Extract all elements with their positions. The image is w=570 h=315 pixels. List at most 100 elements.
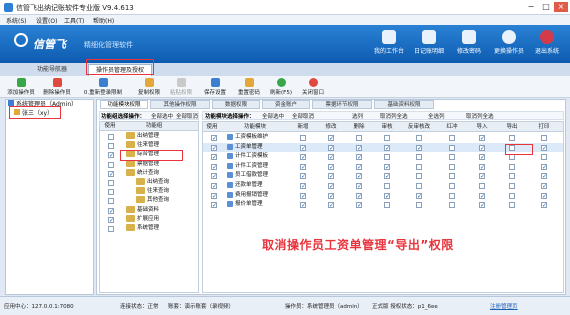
group-name[interactable]: 系统管理: [137, 224, 159, 233]
permission-checkbox[interactable]: [416, 163, 422, 170]
group-use-checkbox[interactable]: [108, 161, 114, 168]
permission-checkbox[interactable]: [509, 202, 515, 209]
module-cancel-row[interactable]: 取消列全选: [466, 112, 494, 120]
permission-checkbox[interactable]: [416, 202, 422, 209]
module-use-checkbox[interactable]: ✓: [211, 183, 217, 190]
permission-checkbox[interactable]: ✓: [541, 192, 547, 199]
module-cancel-all[interactable]: 全部取消: [292, 112, 314, 120]
permission-checkbox[interactable]: [449, 135, 455, 141]
permission-checkbox[interactable]: ✓: [384, 192, 390, 199]
group-use-checkbox[interactable]: ✓: [108, 216, 114, 223]
permission-checkbox[interactable]: ✓: [328, 183, 334, 190]
permission-checkbox[interactable]: ✓: [541, 163, 547, 170]
permission-checkbox[interactable]: ✓: [541, 202, 547, 209]
permission-checkbox[interactable]: ✓: [479, 144, 485, 151]
module-select-all[interactable]: 全部选中: [262, 112, 284, 120]
permission-checkbox[interactable]: [509, 154, 515, 161]
permission-checkbox[interactable]: ✓: [384, 144, 390, 151]
module-name[interactable]: 报价单管理: [235, 200, 263, 209]
permission-checkbox[interactable]: ✓: [541, 183, 547, 190]
subtab-basic-data-permissions[interactable]: 基础资料权限: [374, 100, 434, 109]
module-name[interactable]: 员工借款管理: [235, 171, 268, 180]
module-name[interactable]: 计件工资模板: [235, 152, 268, 161]
permission-checkbox[interactable]: [384, 202, 390, 209]
permission-checkbox[interactable]: [449, 163, 455, 170]
permission-checkbox[interactable]: [449, 192, 455, 199]
permission-checkbox[interactable]: ✓: [300, 163, 306, 170]
group-select-all[interactable]: 全部选中: [151, 112, 173, 120]
group-name[interactable]: 往来查询: [147, 187, 169, 196]
permission-checkbox[interactable]: [300, 135, 306, 141]
subtab-fund-accounts[interactable]: 资金账户: [262, 100, 310, 109]
permission-checkbox[interactable]: ✓: [300, 173, 306, 180]
permission-checkbox[interactable]: ✓: [479, 192, 485, 199]
save-settings-button[interactable]: 保存设置: [200, 77, 230, 97]
tab-function-navigator[interactable]: 功能导航器: [20, 64, 84, 76]
group-cancel-all[interactable]: 全部取消: [176, 112, 198, 120]
close-window-button[interactable]: 关闭窗口: [298, 77, 328, 97]
group-use-checkbox[interactable]: [108, 226, 114, 232]
refresh-button[interactable]: 刷新(F5): [266, 77, 296, 97]
change-password-button[interactable]: 修改密码: [450, 28, 488, 61]
subtab-data-permissions[interactable]: 数据权限: [212, 100, 260, 109]
permission-checkbox[interactable]: [416, 154, 422, 161]
group-name[interactable]: 统计查询: [137, 169, 159, 178]
group-use-checkbox[interactable]: ✓: [108, 152, 114, 159]
permission-checkbox[interactable]: ✓: [328, 154, 334, 161]
group-name[interactable]: 出纳查询: [147, 178, 169, 187]
permission-checkbox[interactable]: [541, 135, 547, 141]
module-name[interactable]: 计件工资管理: [235, 162, 268, 171]
permission-checkbox[interactable]: ✓: [328, 163, 334, 170]
module-name[interactable]: 还款单管理: [235, 181, 263, 190]
menu-tools[interactable]: 工具(T): [64, 16, 84, 25]
module-select-row[interactable]: 全选列: [428, 112, 445, 120]
module-use-checkbox[interactable]: ✓: [211, 202, 217, 209]
group-use-checkbox[interactable]: [108, 189, 114, 196]
permission-checkbox[interactable]: [449, 183, 455, 189]
permission-checkbox[interactable]: ✓: [356, 183, 362, 190]
relogin-limit-button[interactable]: 0.重新登录限制: [78, 77, 128, 97]
paste-permission-button[interactable]: 粘贴权限: [166, 77, 196, 97]
menu-settings[interactable]: 设置(O): [36, 16, 57, 25]
menu-system[interactable]: 系统(S): [6, 16, 27, 25]
group-use-checkbox[interactable]: [108, 198, 114, 205]
permission-checkbox[interactable]: [416, 183, 422, 189]
permission-checkbox[interactable]: [509, 173, 515, 180]
permission-checkbox[interactable]: [509, 135, 515, 141]
permission-checkbox[interactable]: [509, 163, 515, 170]
permission-checkbox[interactable]: [384, 183, 390, 189]
module-use-checkbox[interactable]: ✓: [211, 135, 217, 142]
group-name[interactable]: 基础资料: [137, 206, 159, 215]
permission-checkbox[interactable]: ✓: [384, 163, 390, 170]
permission-checkbox[interactable]: [416, 173, 422, 180]
permission-checkbox[interactable]: [509, 192, 515, 199]
module-cancel-col[interactable]: 取消列全选: [380, 112, 408, 120]
minimize-icon[interactable]: −: [524, 2, 538, 12]
permission-checkbox[interactable]: [449, 173, 455, 180]
permission-checkbox[interactable]: ✓: [356, 202, 362, 209]
permission-checkbox[interactable]: [384, 154, 390, 161]
subtab-other-permissions[interactable]: 其他操作权限: [150, 100, 210, 109]
permission-checkbox[interactable]: [449, 144, 455, 151]
module-use-checkbox[interactable]: ✓: [211, 173, 217, 180]
group-use-checkbox[interactable]: ✓: [108, 170, 114, 177]
module-name[interactable]: 工资单管理: [235, 143, 263, 152]
permission-checkbox[interactable]: ✓: [328, 144, 334, 151]
permission-checkbox[interactable]: ✓: [328, 192, 334, 199]
close-icon[interactable]: ×: [554, 2, 568, 12]
permission-checkbox[interactable]: ✓: [300, 154, 306, 161]
permission-checkbox[interactable]: ✓: [356, 154, 362, 161]
permission-checkbox[interactable]: ✓: [479, 173, 485, 180]
delete-operator-button[interactable]: 删除操作员: [40, 77, 74, 97]
register-link[interactable]: 注册管理页: [490, 302, 518, 310]
permission-checkbox[interactable]: ✓: [479, 202, 485, 209]
module-name[interactable]: 工资模板维护: [235, 133, 268, 142]
menu-help[interactable]: 帮助(H): [93, 16, 114, 25]
permission-checkbox[interactable]: ✓: [300, 192, 306, 199]
permission-checkbox[interactable]: [541, 154, 547, 161]
permission-checkbox[interactable]: ✓: [541, 173, 547, 180]
group-use-checkbox[interactable]: ✓: [108, 207, 114, 214]
permission-checkbox[interactable]: ✓: [356, 173, 362, 180]
module-use-checkbox[interactable]: ✓: [211, 144, 217, 151]
permission-checkbox[interactable]: ✓: [356, 144, 362, 151]
